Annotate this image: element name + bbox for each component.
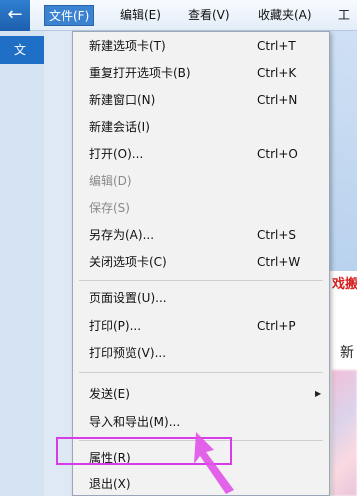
menu-item-label: 打印预览(V)... — [89, 346, 167, 360]
annotation-arrow-icon — [194, 432, 234, 494]
menu-item-print[interactable]: 打印(P)... Ctrl+P — [73, 314, 329, 338]
menu-item-shortcut: Ctrl+W — [257, 255, 301, 269]
menu-item-label: 保存(S) — [89, 201, 130, 215]
menu-item-label: 退出(X) — [89, 477, 131, 491]
menu-favorites[interactable]: 收藏夹(A) — [254, 5, 316, 26]
menu-item-duplicate-tab[interactable]: 重复打开选项卡(B) Ctrl+K — [73, 61, 329, 85]
menu-edit[interactable]: 编辑(E) — [116, 5, 165, 26]
menu-item-label: 新建会话(I) — [89, 120, 150, 134]
menu-tools[interactable]: 工 — [334, 5, 354, 26]
menu-item-new-window[interactable]: 新建窗口(N) Ctrl+N — [73, 88, 329, 112]
menu-item-shortcut: Ctrl+T — [257, 39, 296, 53]
menu-item-save-as[interactable]: 另存为(A)... Ctrl+S — [73, 223, 329, 247]
menu-item-label: 编辑(D) — [89, 174, 132, 188]
menu-item-label: 页面设置(U)... — [89, 291, 167, 305]
menu-item-edit: 编辑(D) — [73, 169, 329, 193]
menu-item-label: 导入和导出(M)... — [89, 415, 181, 429]
menu-bar: ← 文件(F) 编辑(E) 查看(V) 收藏夹(A) 工 — [0, 0, 357, 31]
menu-item-new-tab[interactable]: 新建选项卡(T) Ctrl+T — [73, 34, 329, 58]
menu-item-send[interactable]: 发送(E) ▶ — [73, 382, 329, 406]
menu-item-label: 新建窗口(N) — [89, 93, 156, 107]
menu-file[interactable]: 文件(F) — [44, 5, 95, 26]
menu-view[interactable]: 查看(V) — [184, 5, 234, 26]
menu-item-close-tab[interactable]: 关闭选项卡(C) Ctrl+W — [73, 250, 329, 274]
menu-item-label: 重复打开选项卡(B) — [89, 66, 191, 80]
menu-item-shortcut: Ctrl+K — [257, 66, 297, 80]
menu-item-new-session[interactable]: 新建会话(I) — [73, 115, 329, 139]
menu-item-shortcut: Ctrl+S — [257, 228, 297, 242]
menu-item-label: 发送(E) — [89, 387, 130, 401]
back-arrow-icon[interactable]: ← — [0, 0, 30, 31]
page-text: 新 — [330, 340, 357, 366]
menu-item-page-setup[interactable]: 页面设置(U)... — [73, 286, 329, 310]
menu-item-label: 打开(O)... — [89, 147, 144, 161]
menu-item-save: 保存(S) — [73, 196, 329, 220]
menu-item-label: 新建选项卡(T) — [89, 39, 166, 53]
menu-item-print-preview[interactable]: 打印预览(V)... — [73, 341, 329, 365]
menu-item-shortcut: Ctrl+P — [257, 319, 296, 333]
menu-item-label: 关闭选项卡(C) — [89, 255, 167, 269]
menu-separator — [79, 372, 323, 373]
submenu-arrow-icon: ▶ — [315, 389, 322, 398]
menu-item-label: 另存为(A)... — [89, 228, 155, 242]
menu-item-open[interactable]: 打开(O)... Ctrl+O — [73, 142, 329, 166]
blurred-image — [332, 370, 357, 496]
menu-item-label: 打印(P)... — [89, 319, 142, 333]
left-strip — [0, 31, 44, 496]
browser-tab[interactable]: 文 — [0, 36, 44, 64]
file-menu-dropdown: 新建选项卡(T) Ctrl+T 重复打开选项卡(B) Ctrl+K 新建窗口(N… — [72, 31, 330, 496]
page-banner — [330, 31, 357, 271]
page-red-text: 戏搬 — [330, 272, 357, 298]
menu-item-shortcut: Ctrl+O — [257, 147, 298, 161]
menu-separator — [79, 280, 323, 281]
menu-item-shortcut: Ctrl+N — [257, 93, 298, 107]
